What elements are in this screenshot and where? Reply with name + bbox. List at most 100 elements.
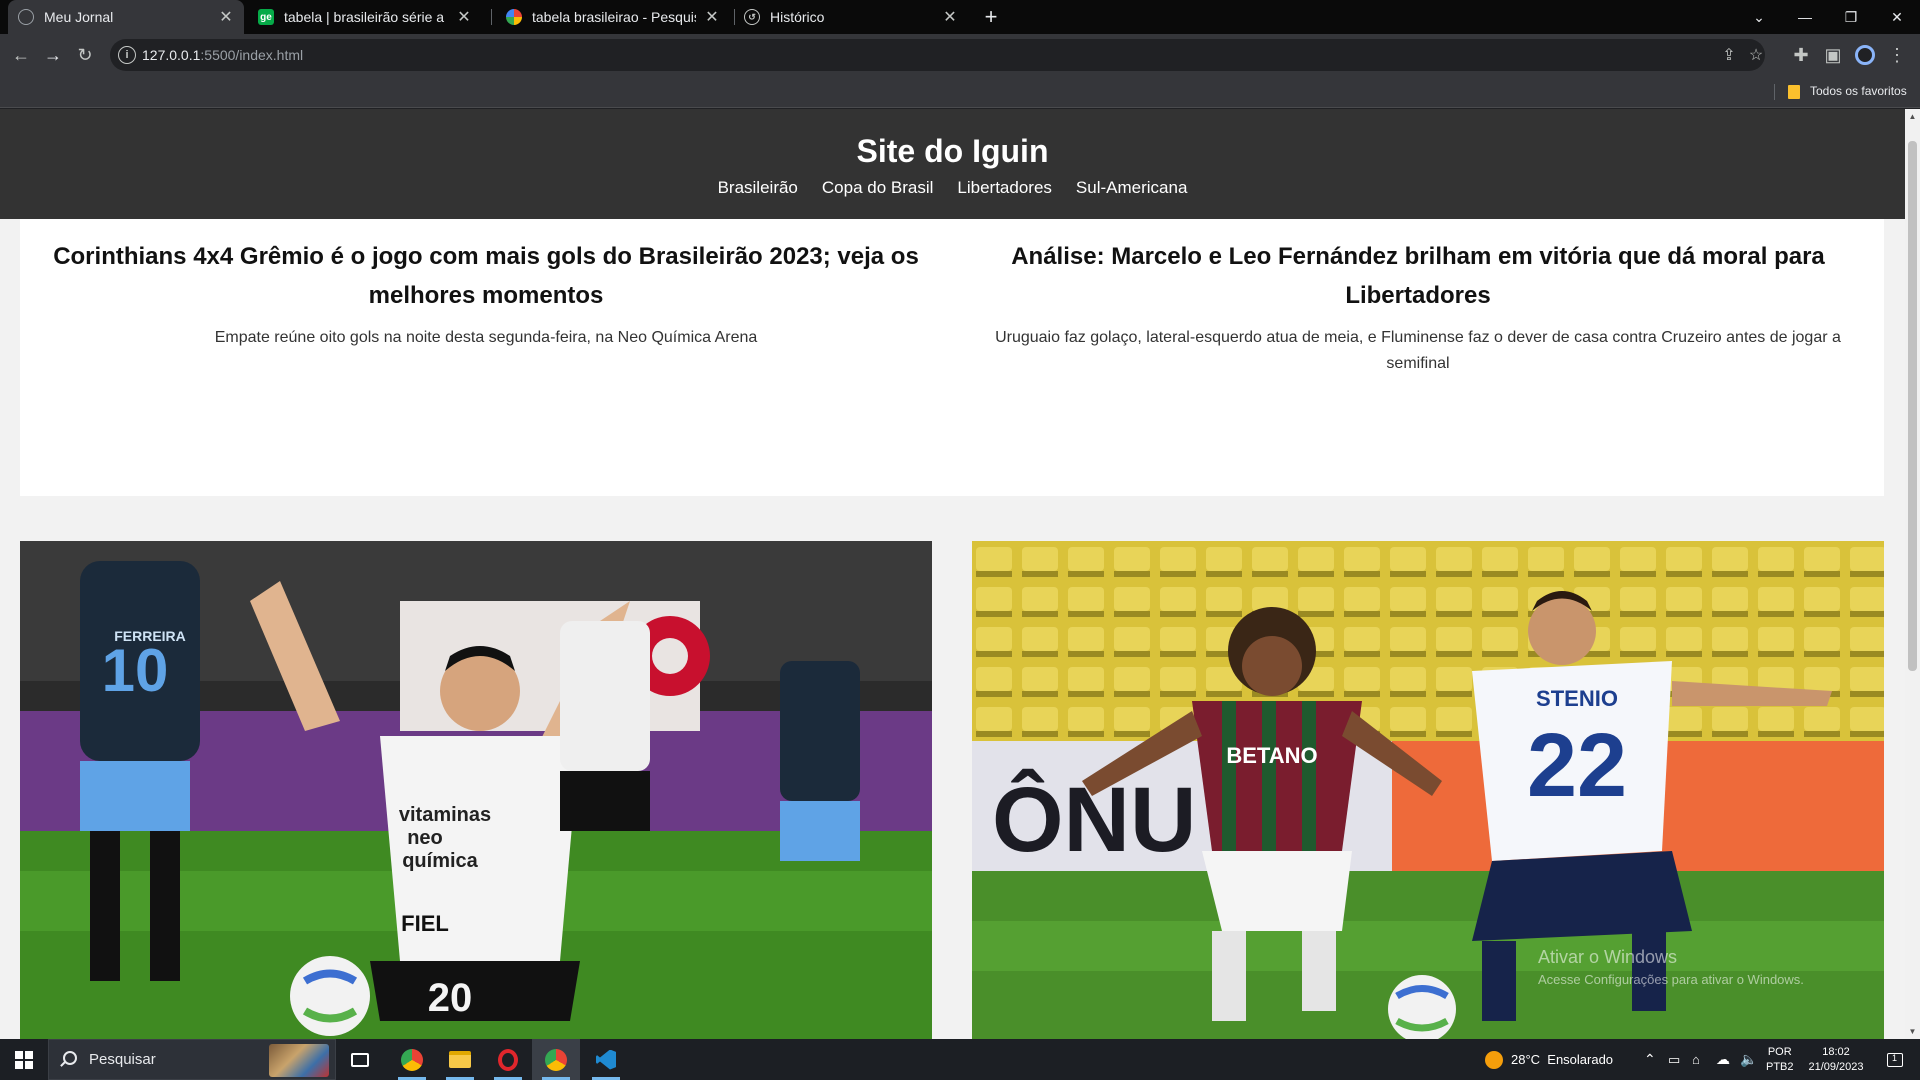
volume-icon[interactable]: 🔈 xyxy=(1740,1039,1757,1080)
clock[interactable]: 18:02 21/09/2023 xyxy=(1802,1039,1870,1080)
history-icon: ↺ xyxy=(744,9,760,25)
tab-historico[interactable]: ↺ Histórico ✕ xyxy=(734,0,968,34)
sun-icon xyxy=(1485,1050,1503,1069)
google-icon xyxy=(506,9,522,25)
notification-count: 1 xyxy=(1892,1052,1898,1063)
article-image-corinthians[interactable]: 10 FERREIRA vitaminas neo química FIEL 2… xyxy=(20,541,932,1039)
scrollbar-thumb[interactable] xyxy=(1908,141,1917,671)
article-summary: Empate reúne oito gols na noite desta se… xyxy=(214,329,758,346)
notifications-icon[interactable]: 1 xyxy=(1880,1039,1910,1080)
nav-link-brasileirao[interactable]: Brasileirão xyxy=(718,177,798,199)
close-icon[interactable]: ✕ xyxy=(456,7,472,27)
chrome-icon[interactable] xyxy=(388,1039,436,1080)
keyboard-layout: PTB2 xyxy=(1766,1060,1794,1073)
article-card[interactable]: Corinthians 4x4 Grêmio é o jogo com mais… xyxy=(20,219,952,496)
share-icon[interactable]: ⇪ xyxy=(1717,43,1741,67)
shirt-sponsor-line1: vitaminas xyxy=(399,804,491,826)
all-bookmarks-button[interactable]: Todos os favoritos xyxy=(1810,84,1907,98)
nav-link-copa-do-brasil[interactable]: Copa do Brasil xyxy=(822,177,934,199)
file-explorer-icon[interactable] xyxy=(436,1039,484,1080)
minimize-button[interactable]: — xyxy=(1782,0,1828,34)
shorts-sponsor: FIEL xyxy=(401,911,449,936)
opponent-name: FERREIRA xyxy=(114,628,186,644)
language-code: POR xyxy=(1767,1045,1792,1058)
gremio-player-background xyxy=(780,661,860,861)
url-path: :5500/index.html xyxy=(200,47,304,63)
reload-icon[interactable]: ↻ xyxy=(71,41,99,69)
globe-icon xyxy=(18,9,34,25)
bookmarks-bar: Todos os favoritos xyxy=(0,76,1920,108)
scroll-down-icon[interactable]: ▼ xyxy=(1905,1024,1920,1039)
language-indicator[interactable]: POR PTB2 xyxy=(1766,1039,1794,1080)
site-header: Site do Iguin Brasileirão Copa do Brasil… xyxy=(0,109,1905,219)
meet-now-icon[interactable]: ⌂ xyxy=(1692,1039,1700,1080)
close-window-button[interactable]: ✕ xyxy=(1874,0,1920,34)
article-card[interactable]: Análise: Marcelo e Leo Fernández brilham… xyxy=(952,219,1884,496)
tab-strip: Meu Jornal ✕ ge tabela | brasileirão sér… xyxy=(0,0,1920,34)
start-button[interactable] xyxy=(0,1039,48,1080)
clock-date: 21/09/2023 xyxy=(1808,1060,1864,1073)
address-bar[interactable]: i 127.0.0.1:5500/index.html ⇪ ☆ xyxy=(110,39,1765,71)
new-tab-button[interactable]: + xyxy=(977,3,1005,31)
extensions-icon[interactable]: ✚ xyxy=(1787,41,1815,69)
back-number: 22 xyxy=(1527,716,1627,816)
site-nav: Brasileirão Copa do Brasil Libertadores … xyxy=(0,177,1905,199)
info-icon[interactable]: i xyxy=(118,46,136,64)
article-image-fluminense[interactable]: ÔNU BETANO STENIO 22 xyxy=(972,541,1884,1039)
tray-chevron-icon[interactable]: ⌃ xyxy=(1644,1039,1656,1080)
windows-activation-title: Ativar o Windows xyxy=(1538,947,1678,967)
restore-button[interactable]: ❐ xyxy=(1828,0,1874,34)
article-headline[interactable]: Análise: Marcelo e Leo Fernández brilham… xyxy=(972,237,1864,315)
tab-title: tabela | brasileirão série a 2023 | g xyxy=(284,9,448,25)
tab-separator xyxy=(491,9,492,25)
page-scrollbar[interactable]: ▲ ▼ xyxy=(1905,109,1920,1039)
nav-link-libertadores[interactable]: Libertadores xyxy=(957,177,1052,199)
shorts-number: 20 xyxy=(428,976,473,1020)
opponent-number: 10 xyxy=(102,637,169,704)
article-headline[interactable]: Corinthians 4x4 Grêmio é o jogo com mais… xyxy=(40,237,932,315)
folder-icon xyxy=(1788,85,1800,99)
weather-text: 28°C Ensolarado xyxy=(1511,1052,1614,1067)
tab-pesquisa-google[interactable]: tabela brasileirao - Pesquisa Goo ✕ xyxy=(496,0,730,34)
back-icon[interactable]: ← xyxy=(7,41,35,69)
nav-link-sul-americana[interactable]: Sul-Americana xyxy=(1076,177,1188,199)
bookmark-star-icon[interactable]: ☆ xyxy=(1744,43,1768,67)
close-icon[interactable]: ✕ xyxy=(218,7,234,27)
close-icon[interactable]: ✕ xyxy=(942,7,958,27)
tab-title: Meu Jornal xyxy=(44,9,114,25)
site-title: Site do Iguin xyxy=(856,133,1049,169)
shirt-sponsor: BETANO xyxy=(1226,743,1317,768)
tab-title: tabela brasileirao - Pesquisa Goo xyxy=(532,9,696,25)
shirt-sponsor-line2: neo xyxy=(407,827,443,849)
weather-widget[interactable]: 28°C Ensolarado xyxy=(1485,1039,1613,1080)
opera-icon[interactable] xyxy=(484,1039,532,1080)
vscode-icon[interactable] xyxy=(582,1039,630,1080)
menu-kebab-icon[interactable]: ⋮ xyxy=(1883,41,1911,69)
shirt-sponsor-line3: química xyxy=(402,850,478,872)
tab-tabela-ge[interactable]: ge tabela | brasileirão série a 2023 | g… xyxy=(248,0,482,34)
tab-search-button[interactable]: ⌄ xyxy=(1736,0,1782,34)
windows-activation-subtitle: Acesse Configurações para ativar o Windo… xyxy=(1538,972,1804,987)
profile-avatar[interactable] xyxy=(1851,41,1879,69)
windows-taskbar: Pesquisar 28°C Ensolarado ⌃ ▭ ⌂ ☁ 🔈 POR … xyxy=(0,1039,1920,1080)
onedrive-icon[interactable]: ☁ xyxy=(1716,1039,1730,1080)
chrome-profile-icon[interactable] xyxy=(532,1039,580,1080)
task-view-icon[interactable] xyxy=(336,1039,384,1080)
back-name: STENIO xyxy=(1536,686,1618,711)
address-url[interactable]: 127.0.0.1:5500/index.html xyxy=(142,47,303,63)
tab-title: Histórico xyxy=(770,9,825,25)
article-summary: Uruguaio faz golaço, lateral-esquerdo at… xyxy=(995,329,1841,372)
tab-meu-jornal[interactable]: Meu Jornal ✕ xyxy=(8,0,244,34)
side-panel-icon[interactable]: ▣ xyxy=(1819,41,1847,69)
forward-icon[interactable]: → xyxy=(39,41,67,69)
background-player xyxy=(560,621,650,831)
close-icon[interactable]: ✕ xyxy=(704,7,720,27)
taskbar-search-box[interactable]: Pesquisar xyxy=(48,1039,336,1080)
windows-logo-icon xyxy=(15,1050,33,1069)
page-viewport: Site do Iguin Brasileirão Copa do Brasil… xyxy=(0,109,1905,1039)
ge-logo-icon: ge xyxy=(258,9,274,25)
network-icon[interactable]: ▭ xyxy=(1668,1039,1680,1080)
search-icon xyxy=(63,1051,77,1065)
search-highlight-image xyxy=(269,1044,329,1077)
scroll-up-icon[interactable]: ▲ xyxy=(1905,109,1920,124)
